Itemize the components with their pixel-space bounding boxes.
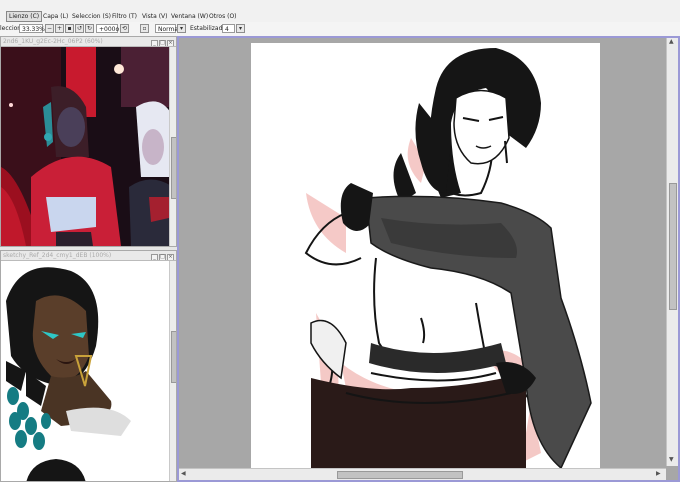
reference-panel-top-title[interactable]: 2nd6_1KU_g2Ec-2Hc_06P2 (60%) _ □ × [1,37,176,47]
canvas-horizontal-scroll-thumb[interactable] [337,471,463,479]
reference-top-scrollbar[interactable] [169,47,176,246]
menu-lienzo[interactable]: Lienzo (C) [6,11,43,22]
blend-mode-select[interactable]: Normal [155,24,180,33]
stabilizer-dropdown-icon[interactable]: ▾ [236,24,245,33]
reference-image-top [1,47,171,246]
scroll-down-arrow-icon[interactable]: ▼ [669,456,674,464]
minimize-icon[interactable]: _ [151,40,158,46]
rotate-left-button[interactable]: ↺ [75,24,84,33]
scroll-right-arrow-icon[interactable]: ▶ [656,470,661,478]
canvas-horizontal-scrollbar[interactable]: ◀ ▶ [179,468,666,480]
scroll-up-arrow-icon[interactable]: ▲ [669,38,674,46]
zoom-reset-button[interactable]: ▪ [65,24,74,33]
menu-filtro[interactable]: Filtro (T) [112,12,137,21]
maximize-icon[interactable]: □ [159,254,166,260]
menu-seleccion[interactable]: Seleccion (S) [72,12,111,21]
scroll-left-arrow-icon[interactable]: ◀ [181,470,186,478]
canvas-vertical-scroll-thumb[interactable] [669,183,677,310]
navigator-toolbar: leccion 33.33% − + ▪ ↺ ↻ +000o ⟲ ▫ Norma… [0,22,680,37]
zoom-field[interactable]: 33.33% [19,24,45,33]
canvas-window[interactable]: ▲ ▼ ◀ ▶ [177,36,680,482]
stabilizer-field[interactable]: 4 [222,24,235,33]
reference-panel-bottom-title[interactable]: sketchy_Ref_2d4_cmy1_dEB (100%) _ □ × [1,251,176,261]
rotate-right-button[interactable]: ↻ [85,24,94,33]
close-icon[interactable]: × [167,254,174,260]
menu-bar: Lienzo (C) Capa (L) Seleccion (S) Filtro… [0,0,680,23]
menu-capa[interactable]: Capa (L) [43,12,68,21]
zoom-in-icon[interactable]: + [55,24,64,33]
reference-panels-area: 2nd6_1KU_g2Ec-2Hc_06P2 (60%) _ □ × sketc… [0,36,177,482]
sketch-illustration [304,48,592,474]
blend-mode-dropdown-icon[interactable]: ▾ [177,24,186,33]
reference-panel-bottom: sketchy_Ref_2d4_cmy1_dEB (100%) _ □ × [0,250,177,482]
canvas-paper[interactable] [251,43,600,474]
maximize-icon[interactable]: □ [159,40,166,46]
menu-vista[interactable]: Vista (V) [142,12,168,21]
close-icon[interactable]: × [167,40,174,46]
zoom-out-icon[interactable]: − [45,24,54,33]
panel-controls: _ □ × [150,38,174,46]
reference-top-title-text: 2nd6_1KU_g2Ec-2Hc_06P2 (60%) [3,38,103,45]
reference-bottom-scrollbar[interactable] [169,261,176,481]
canvas-vertical-scrollbar[interactable]: ▲ ▼ [666,38,678,466]
reference-bottom-title-text: sketchy_Ref_2d4_cmy1_dEB (100%) [3,252,112,259]
reference-image-bottom [1,261,163,481]
menu-otros[interactable]: Otros (O) [209,12,237,21]
selection-label: leccion [0,25,22,32]
reference-panel-top: 2nd6_1KU_g2Ec-2Hc_06P2 (60%) _ □ × [0,36,177,247]
panel-controls: _ □ × [150,252,174,260]
rotate-icon[interactable]: ⟲ [120,24,129,33]
rotation-field[interactable]: +000o [96,24,119,33]
flip-button[interactable]: ▫ [140,24,149,33]
menu-ventana[interactable]: Ventana (W) [171,12,208,21]
minimize-icon[interactable]: _ [151,254,158,260]
